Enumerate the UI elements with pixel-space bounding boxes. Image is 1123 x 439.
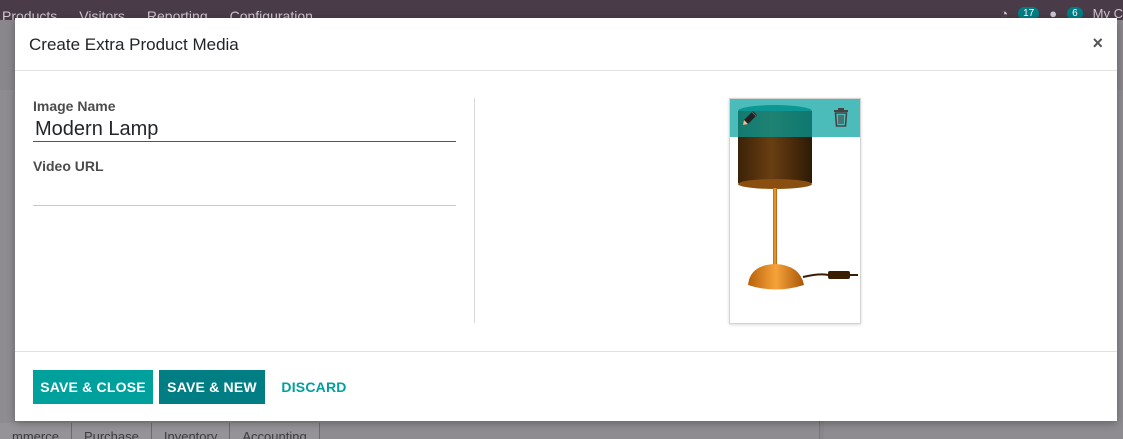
- dialog-footer: SAVE & CLOSE SAVE & NEW DISCARD: [15, 351, 1117, 421]
- media-form: Image Name Video URL: [33, 98, 456, 206]
- create-media-dialog: Create Extra Product Media × Image Name …: [15, 18, 1117, 421]
- image-field[interactable]: [729, 98, 861, 324]
- save-close-button[interactable]: SAVE & CLOSE: [33, 370, 153, 404]
- image-toolbar: [730, 99, 860, 137]
- tab-accounting[interactable]: Accounting: [230, 423, 320, 439]
- background-notebook-tabs: mmerce Purchase Inventory Accounting: [0, 423, 320, 439]
- image-name-input[interactable]: [33, 114, 456, 142]
- tab-purchase[interactable]: Purchase: [71, 423, 152, 439]
- dialog-body: Image Name Video URL: [15, 71, 1117, 351]
- column-divider: [474, 98, 475, 323]
- save-new-button[interactable]: SAVE & NEW: [159, 370, 265, 404]
- video-url-label: Video URL: [33, 158, 104, 174]
- discard-button[interactable]: DISCARD: [273, 370, 355, 404]
- tab-inventory[interactable]: Inventory: [151, 423, 231, 439]
- close-icon[interactable]: ×: [1092, 33, 1103, 54]
- tab-ecommerce[interactable]: mmerce: [0, 423, 72, 439]
- dialog-title: Create Extra Product Media: [29, 35, 239, 54]
- video-url-input[interactable]: [33, 178, 456, 206]
- top-navbar: Products Visitors Reporting Configuratio…: [0, 0, 1123, 24]
- dialog-header: Create Extra Product Media ×: [15, 18, 1117, 71]
- image-name-label: Image Name: [33, 98, 116, 114]
- trash-icon[interactable]: [832, 107, 850, 127]
- pencil-icon[interactable]: [740, 108, 760, 128]
